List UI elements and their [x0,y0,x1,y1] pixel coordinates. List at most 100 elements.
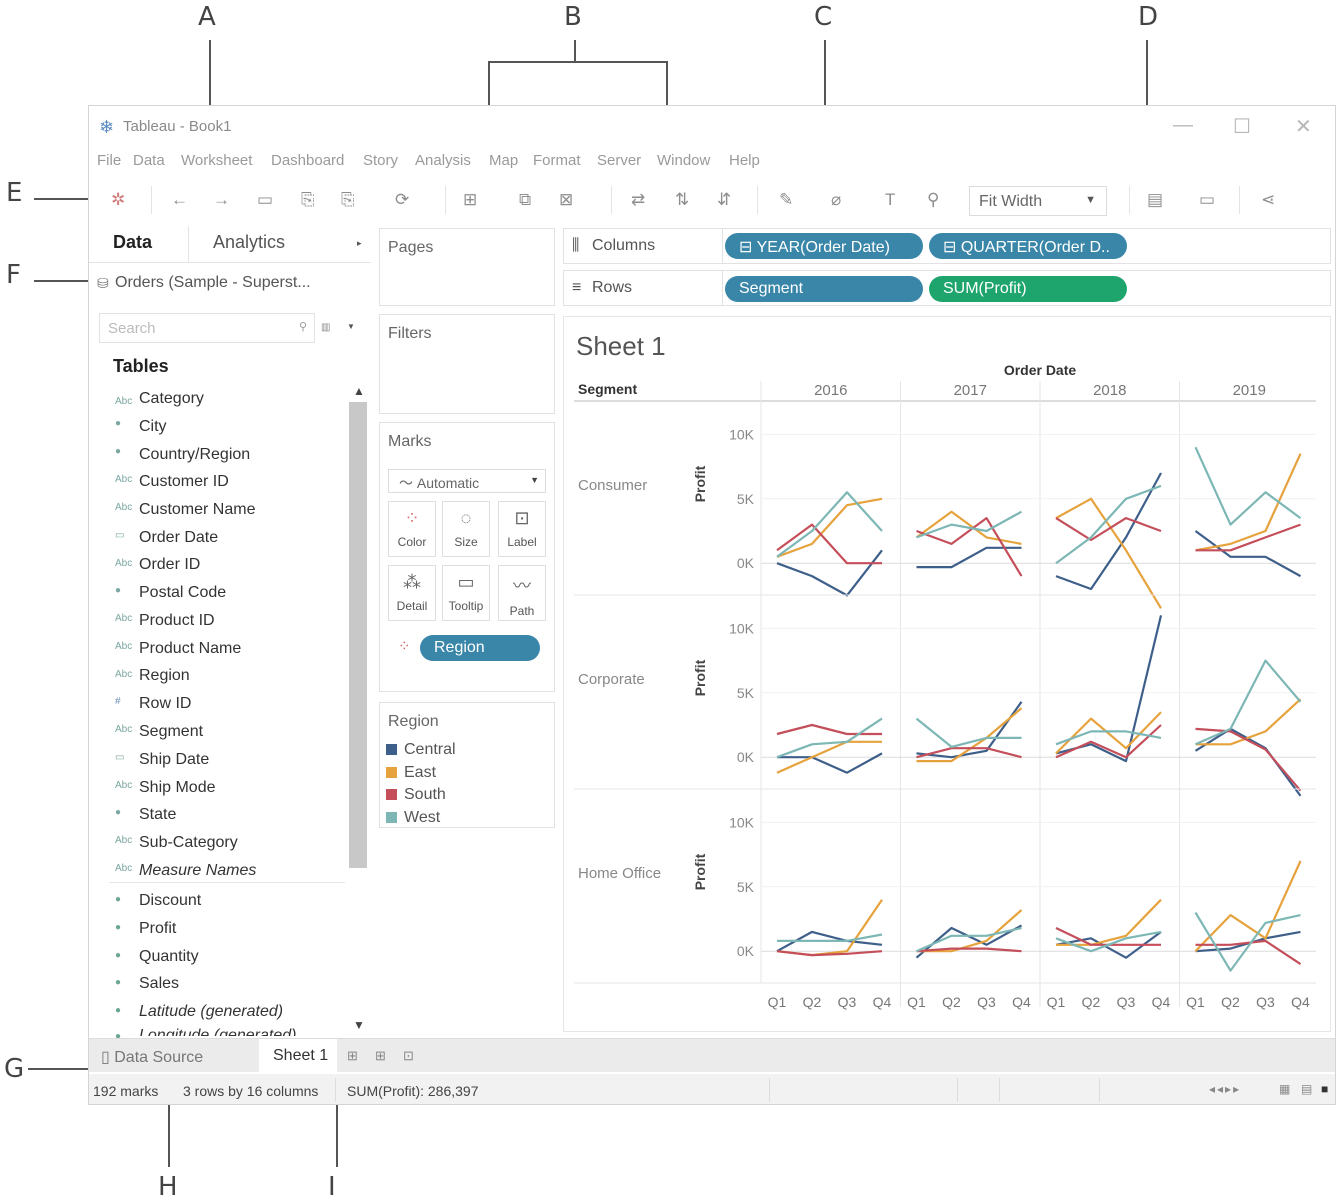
viz-area[interactable]: Sheet 1 Order Date Segment 2016 Q1 Q2 Q3 Q4 201… [563,316,1331,1032]
highlight-icon[interactable]: ✎ [779,190,793,210]
sort-descending-icon[interactable]: ⇵ [717,190,731,210]
share-icon[interactable]: ⋖ [1261,190,1275,210]
tab-data[interactable]: Data [113,232,152,253]
group-icon[interactable]: ⌀ [831,190,841,210]
label-button[interactable]: ⊡ Label [498,501,546,557]
field-state[interactable]: State [139,806,176,824]
detail-button[interactable]: ⁂ Detail [388,565,436,621]
field-order-id[interactable]: Order ID [139,556,200,574]
pause-updates-icon[interactable]: ⎘ [341,190,355,210]
field-measure-names[interactable]: Measure Names [139,862,256,880]
field-product-name[interactable]: Product Name [139,640,241,658]
chevron-up-icon[interactable]: ▲ [353,384,365,398]
datasource-name[interactable]: Orders (Sample - Superst... [115,274,311,292]
field-profit[interactable]: Profit [139,920,176,938]
field-postal-code[interactable]: Postal Code [139,584,226,602]
columns-icon: ⫼ [572,237,580,254]
save-icon[interactable]: ▭ [257,190,273,210]
field-ship-date[interactable]: Ship Date [139,751,209,769]
field-quantity[interactable]: Quantity [139,948,199,966]
show-cards-icon[interactable]: ▤ [1147,190,1163,210]
redo-icon[interactable]: → [213,190,230,210]
presentation-icon[interactable]: ▭ [1199,190,1215,210]
new-worksheet-icon[interactable]: ⊞ [347,1048,358,1064]
menu-server[interactable]: Server [597,152,641,169]
refresh-icon[interactable]: ⟳ [395,190,409,210]
field-region[interactable]: Region [139,667,190,685]
sum-profit-pill[interactable]: SUM(Profit) [929,276,1127,302]
sort-ascending-icon[interactable]: ⇅ [675,190,689,210]
grid-view-icon[interactable]: ▦ [1279,1082,1290,1096]
field-latitude[interactable]: Latitude (generated) [139,1003,283,1021]
color-button[interactable]: ⁘ Color [388,501,436,557]
new-worksheet-icon[interactable]: ⊞ [463,190,477,210]
close-icon[interactable]: ✕ [1295,114,1312,139]
filmstrip-view-icon[interactable]: ■ [1321,1082,1328,1096]
menu-help[interactable]: Help [729,152,760,169]
date-pill-icon: ⊟ [739,239,757,256]
field-country-region[interactable]: Country/Region [139,446,250,464]
tableau-home-icon[interactable]: ✲ [111,190,125,210]
tab-analytics[interactable]: Analytics [213,232,285,253]
menu-dashboard[interactable]: Dashboard [271,152,344,169]
legend-item-central[interactable]: Central [386,741,456,759]
field-product-id[interactable]: Product ID [139,612,215,630]
field-longitude[interactable]: Longitude (generated) [139,1027,296,1036]
search-menu-icon[interactable]: ▼ [347,322,355,331]
pin-icon[interactable]: ⚲ [927,190,939,210]
field-order-date[interactable]: Order Date [139,529,218,547]
swap-icon[interactable]: ⇄ [631,190,645,210]
list-view-icon[interactable]: ▤ [1301,1082,1312,1096]
region-pill[interactable]: Region [420,635,540,661]
menu-story[interactable]: Story [363,152,398,169]
menu-worksheet[interactable]: Worksheet [181,152,252,169]
field-city[interactable]: City [139,418,167,436]
field-row-id[interactable]: Row ID [139,695,191,713]
menu-window[interactable]: Window [657,152,710,169]
minimize-icon[interactable]: — [1173,114,1193,137]
filters-card[interactable]: Filters [379,314,555,414]
clear-sheet-icon[interactable]: ⊠ [559,190,573,210]
new-datasource-icon[interactable]: ⎘ [301,190,315,210]
new-dashboard-icon[interactable]: ⊞ [375,1048,386,1064]
field-segment[interactable]: Segment [139,723,203,741]
field-ship-mode[interactable]: Ship Mode [139,779,216,797]
menu-data[interactable]: Data [133,152,165,169]
pane-menu-icon[interactable]: ▸ [357,238,362,249]
pages-card[interactable]: Pages [379,228,555,306]
view-toggle-icon[interactable]: ▥ [321,322,330,333]
path-button[interactable]: 〰 Path [498,565,546,621]
legend-item-east[interactable]: East [386,764,436,782]
new-story-icon[interactable]: ⊡ [403,1048,414,1064]
label-icon[interactable]: T [885,190,895,210]
tooltip-button[interactable]: ▭ Tooltip [442,565,490,621]
fit-dropdown[interactable]: Fit Width ▼ [969,186,1107,216]
nav-arrows-icon[interactable]: ◂◂▸▸ [1209,1082,1241,1096]
line-central [915,924,1023,959]
field-sub-category[interactable]: Sub-Category [139,834,238,852]
size-button[interactable]: ◌ Size [442,501,490,557]
menu-map[interactable]: Map [489,152,518,169]
field-customer-id[interactable]: Customer ID [139,473,229,491]
quarter-order-date-pill[interactable]: ⊟ QUARTER(Order D.. [929,233,1127,259]
data-pane-scrollbar[interactable] [349,402,367,868]
mark-type-dropdown[interactable]: 〜 Automatic ▼ [388,469,546,493]
year-order-date-pill[interactable]: ⊟ YEAR(Order Date) [725,233,923,259]
sheet-tab[interactable]: Sheet 1 [259,1039,337,1073]
segment-pill[interactable]: Segment [725,276,923,302]
data-source-tab[interactable]: ▯ Data Source [101,1047,203,1067]
undo-icon[interactable]: ← [171,190,188,210]
menu-analysis[interactable]: Analysis [415,152,471,169]
menu-format[interactable]: Format [533,152,581,169]
search-input[interactable]: Search [99,313,315,343]
maximize-icon[interactable]: ☐ [1233,114,1251,139]
legend-item-south[interactable]: South [386,786,446,804]
menu-file[interactable]: File [97,152,121,169]
field-discount[interactable]: Discount [139,892,201,910]
field-category[interactable]: Category [139,390,204,408]
duplicate-sheet-icon[interactable]: ⧉ [519,190,531,210]
chevron-down-icon[interactable]: ▼ [353,1018,365,1032]
legend-item-west[interactable]: West [386,809,440,827]
field-customer-name[interactable]: Customer Name [139,501,255,519]
field-sales[interactable]: Sales [139,975,179,993]
